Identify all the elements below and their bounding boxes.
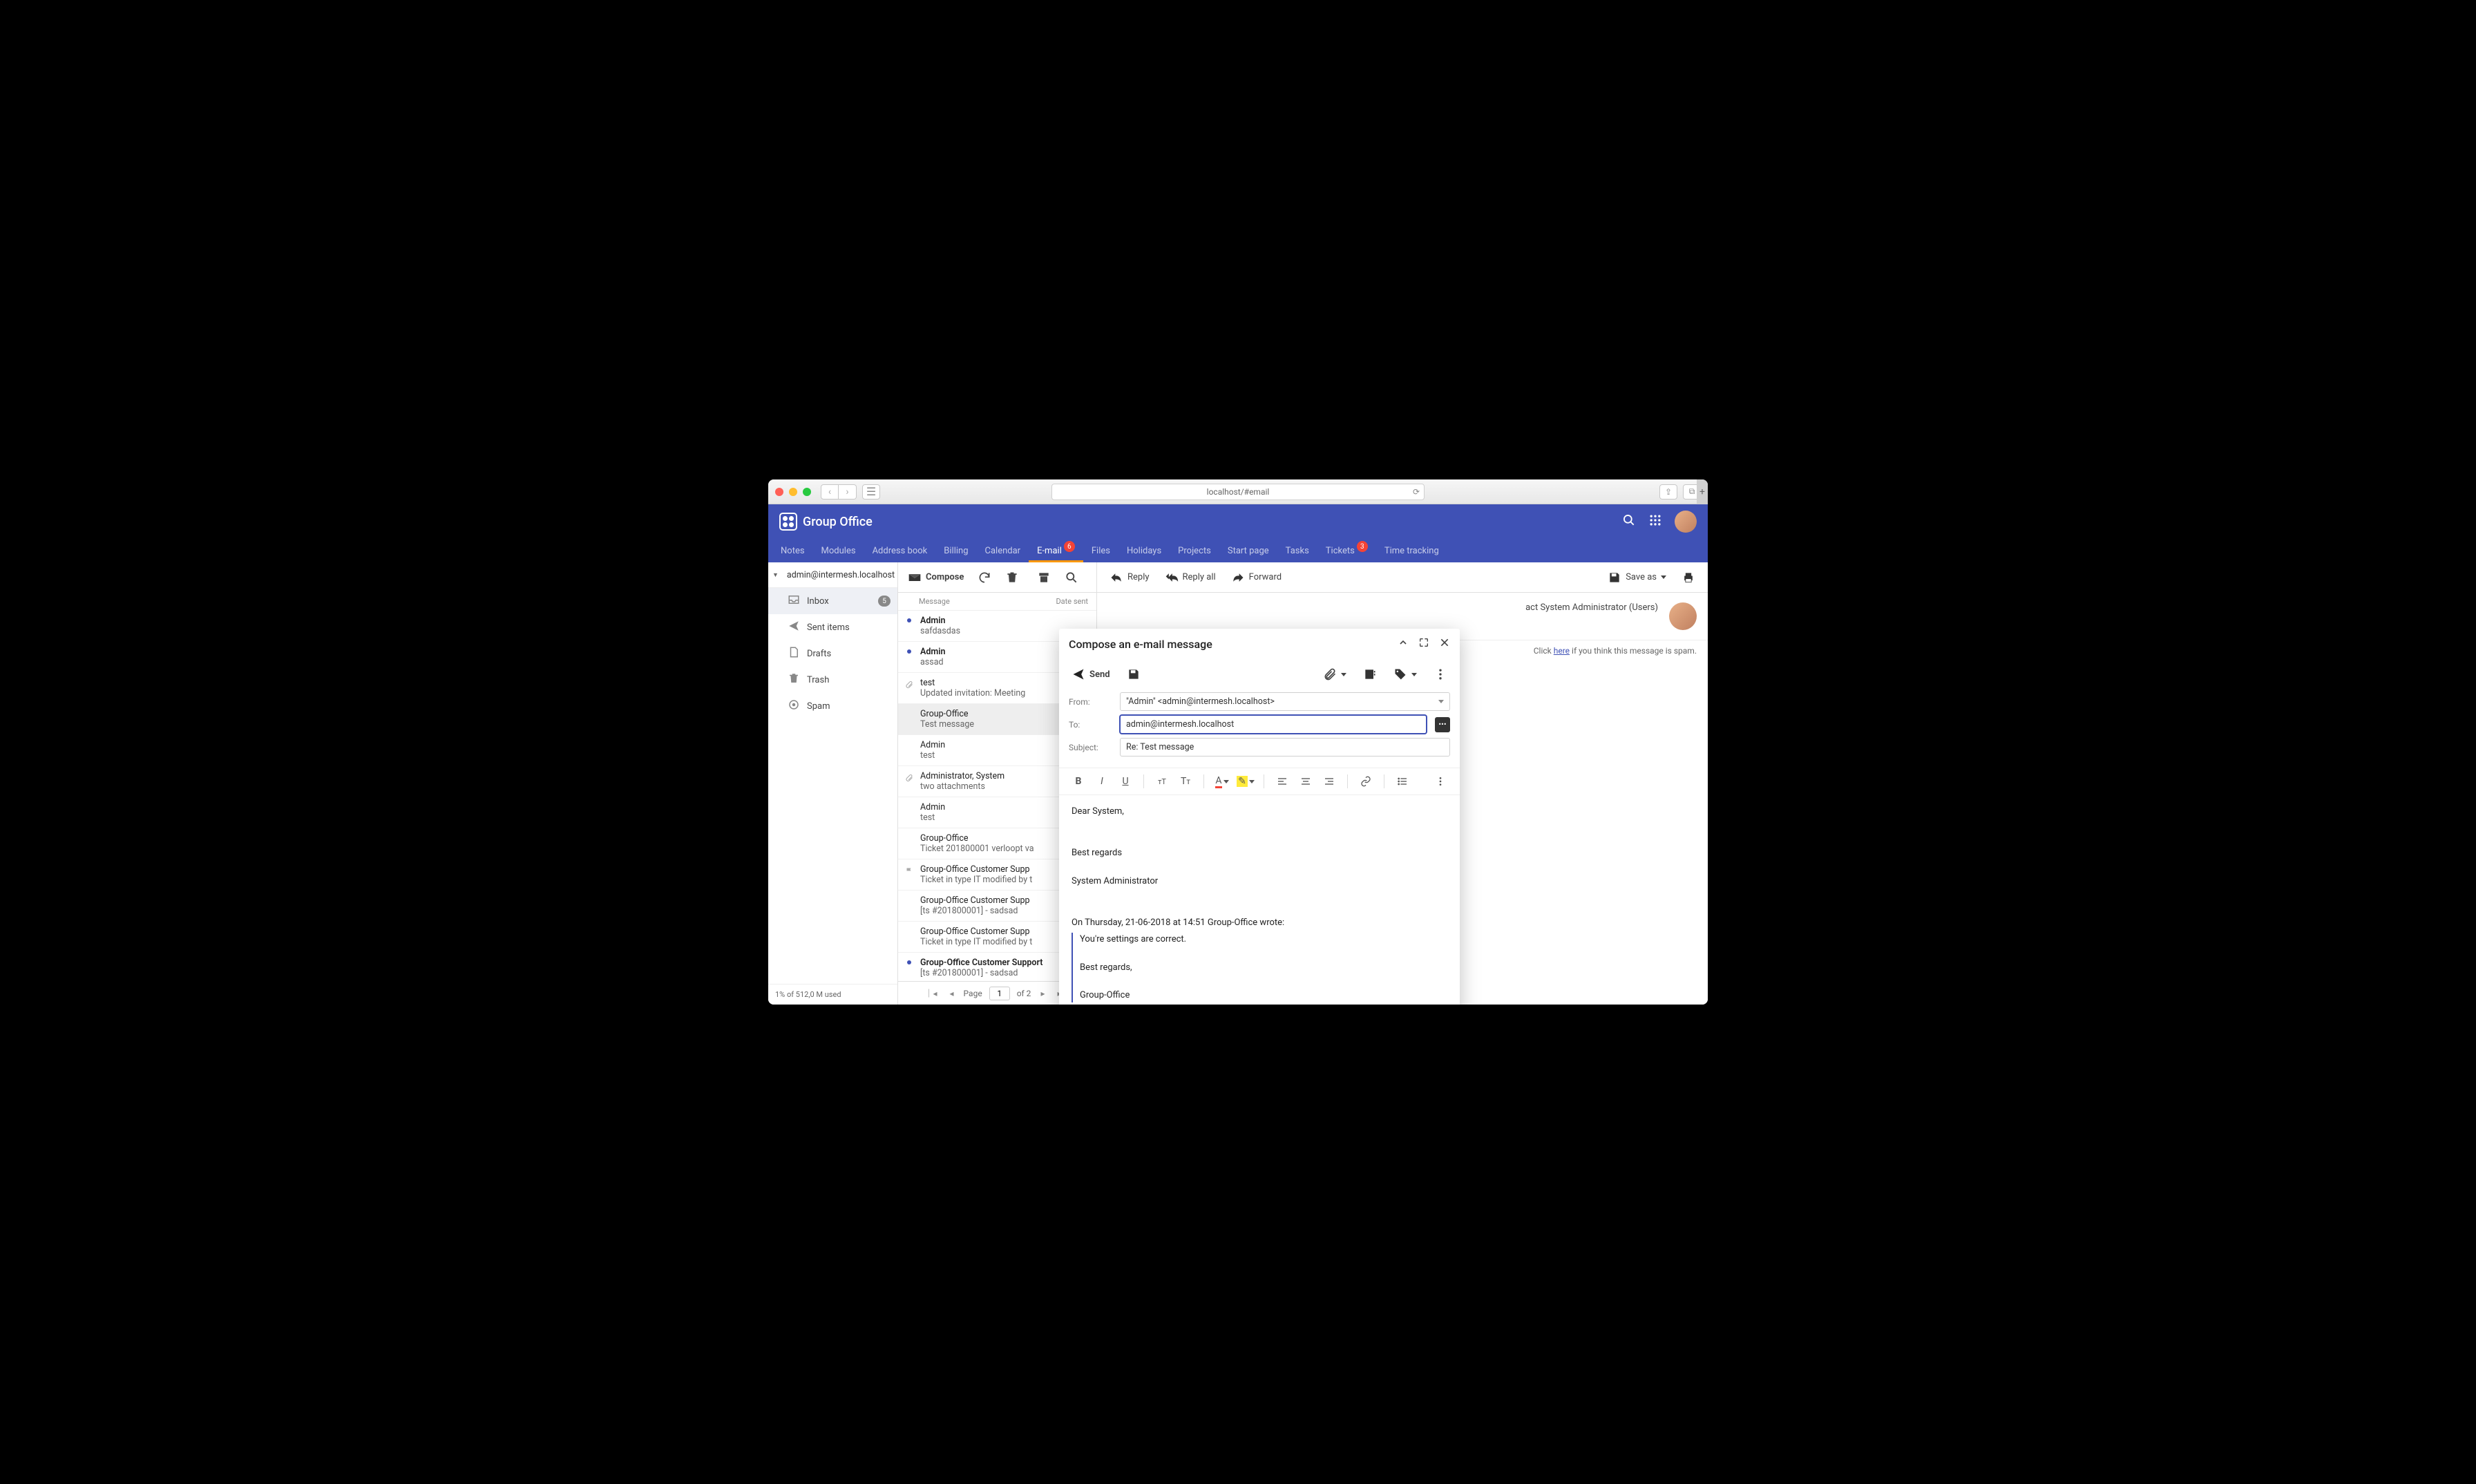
font-size-button[interactable]: тT bbox=[1152, 772, 1172, 791]
page-next[interactable]: ▸ bbox=[1038, 986, 1047, 1001]
delete-button[interactable] bbox=[1000, 567, 1025, 589]
tab-notes[interactable]: Notes bbox=[772, 539, 813, 562]
format-toolbar: B I U тT Tт A ✎ bbox=[1059, 768, 1460, 795]
window-minimize[interactable] bbox=[789, 488, 797, 496]
align-left-button[interactable] bbox=[1273, 772, 1292, 791]
print-button[interactable] bbox=[1676, 567, 1701, 589]
tab-start-page[interactable]: Start page bbox=[1219, 539, 1277, 562]
app-header: Group Office bbox=[768, 504, 1708, 539]
window-close[interactable] bbox=[775, 488, 783, 496]
save-draft-button[interactable] bbox=[1121, 663, 1146, 685]
underline-button[interactable]: U bbox=[1116, 772, 1135, 791]
tab-calendar[interactable]: Calendar bbox=[977, 539, 1029, 562]
url-bar[interactable]: localhost/#email ⟳ bbox=[1051, 484, 1425, 500]
forward-button[interactable]: Forward bbox=[1226, 567, 1287, 589]
collapse-icon: ▼ bbox=[772, 571, 779, 579]
app-name: Group Office bbox=[803, 515, 873, 529]
archive-button[interactable] bbox=[1031, 567, 1056, 589]
to-label: To: bbox=[1069, 720, 1114, 730]
folder-sent-items[interactable]: Sent items bbox=[768, 614, 897, 640]
reply-all-button[interactable]: Reply all bbox=[1159, 567, 1221, 589]
collapse-icon[interactable] bbox=[1398, 637, 1409, 651]
folder-spam[interactable]: Spam bbox=[768, 693, 897, 719]
highlight-button[interactable]: ✎ bbox=[1236, 772, 1255, 791]
folder-trash[interactable]: Trash bbox=[768, 667, 897, 693]
tab-time-tracking[interactable]: Time tracking bbox=[1376, 539, 1447, 562]
compose-button[interactable]: Compose bbox=[902, 567, 969, 589]
nav-tabs: NotesModulesAddress bookBillingCalendarE… bbox=[768, 539, 1708, 562]
user-avatar[interactable] bbox=[1675, 511, 1697, 533]
sidebar-toggle[interactable]: ☰ bbox=[862, 484, 880, 500]
app-logo[interactable]: Group Office bbox=[779, 513, 873, 531]
refresh-button[interactable] bbox=[972, 567, 997, 589]
tab-modules[interactable]: Modules bbox=[813, 539, 864, 562]
search-icon[interactable] bbox=[1622, 513, 1636, 530]
reader-toolbar: Reply Reply all Forward Save as bbox=[1097, 562, 1708, 593]
list-button[interactable] bbox=[1393, 772, 1412, 791]
fullscreen-icon[interactable] bbox=[1418, 637, 1429, 651]
send-button[interactable]: Send bbox=[1066, 663, 1116, 685]
from-select[interactable]: "Admin" <admin@intermesh.localhost> bbox=[1120, 692, 1450, 711]
align-right-button[interactable] bbox=[1320, 772, 1339, 791]
tab-tasks[interactable]: Tasks bbox=[1277, 539, 1317, 562]
reply-button[interactable]: Reply bbox=[1104, 567, 1155, 589]
format-more-button[interactable] bbox=[1431, 772, 1450, 791]
folder-drafts[interactable]: Drafts bbox=[768, 640, 897, 667]
compose-dialog: Compose an e-mail message Send From: "Ad… bbox=[1059, 629, 1460, 1005]
list-toolbar: Compose bbox=[898, 562, 1096, 593]
text-color-button[interactable]: A bbox=[1212, 772, 1232, 791]
text-case-button[interactable]: Tт bbox=[1176, 772, 1195, 791]
expand-recipients-button[interactable]: ••• bbox=[1435, 717, 1450, 732]
save-as-button[interactable]: Save as bbox=[1602, 567, 1672, 589]
compose-more-button[interactable] bbox=[1428, 663, 1453, 685]
account-header[interactable]: ▼ admin@intermesh.localhost bbox=[768, 562, 897, 588]
page-first[interactable]: ｜◂ bbox=[922, 984, 940, 1002]
tab-tickets[interactable]: Tickets3 bbox=[1317, 539, 1376, 562]
to-input[interactable] bbox=[1120, 715, 1427, 734]
sender-avatar[interactable] bbox=[1669, 602, 1697, 630]
tab-billing[interactable]: Billing bbox=[935, 539, 976, 562]
compose-title: Compose an e-mail message bbox=[1069, 638, 1212, 651]
align-center-button[interactable] bbox=[1296, 772, 1315, 791]
storage-usage: 1% of 512,0 M used bbox=[768, 984, 897, 1005]
apps-icon[interactable] bbox=[1648, 513, 1662, 530]
folder-sidebar: ▼ admin@intermesh.localhost Inbox5Sent i… bbox=[768, 562, 898, 1005]
close-icon[interactable] bbox=[1439, 637, 1450, 651]
url-text: localhost/#email bbox=[1207, 487, 1270, 497]
folder-inbox[interactable]: Inbox5 bbox=[768, 588, 897, 614]
list-header: Message Date sent bbox=[898, 593, 1096, 611]
tab-e-mail[interactable]: E-mail6 bbox=[1029, 539, 1083, 562]
tab-holidays[interactable]: Holidays bbox=[1118, 539, 1170, 562]
attach-button[interactable] bbox=[1317, 663, 1352, 685]
page-input[interactable] bbox=[989, 987, 1010, 1000]
page-prev[interactable]: ◂ bbox=[947, 986, 957, 1001]
bold-button[interactable]: B bbox=[1069, 772, 1088, 791]
subject-input[interactable] bbox=[1120, 738, 1450, 757]
window-zoom[interactable] bbox=[803, 488, 811, 496]
account-email: admin@intermesh.localhost bbox=[787, 570, 895, 580]
link-button[interactable] bbox=[1356, 772, 1375, 791]
compose-body[interactable]: Dear System, Best regards System Adminis… bbox=[1059, 795, 1460, 1005]
tab-projects[interactable]: Projects bbox=[1170, 539, 1219, 562]
nav-forward[interactable]: › bbox=[839, 484, 857, 500]
nav-back[interactable]: ‹ bbox=[821, 484, 839, 500]
share-icon[interactable]: ⇪ bbox=[1659, 484, 1677, 500]
tab-files[interactable]: Files bbox=[1083, 539, 1118, 562]
spam-link[interactable]: here bbox=[1554, 646, 1570, 656]
subject-label: Subject: bbox=[1069, 743, 1114, 752]
from-label: From: bbox=[1069, 697, 1114, 707]
italic-button[interactable]: I bbox=[1092, 772, 1112, 791]
reload-icon[interactable]: ⟳ bbox=[1413, 487, 1420, 497]
tab-address-book[interactable]: Address book bbox=[864, 539, 936, 562]
tag-button[interactable] bbox=[1388, 663, 1422, 685]
search-button[interactable] bbox=[1059, 567, 1084, 589]
browser-titlebar: ‹ › ☰ localhost/#email ⟳ ⇪ ⧉ + bbox=[768, 479, 1708, 504]
reader-from: act System Administrator (Users) bbox=[1108, 602, 1661, 613]
new-tab[interactable]: + bbox=[1697, 479, 1708, 504]
addressbook-button[interactable] bbox=[1358, 663, 1382, 685]
